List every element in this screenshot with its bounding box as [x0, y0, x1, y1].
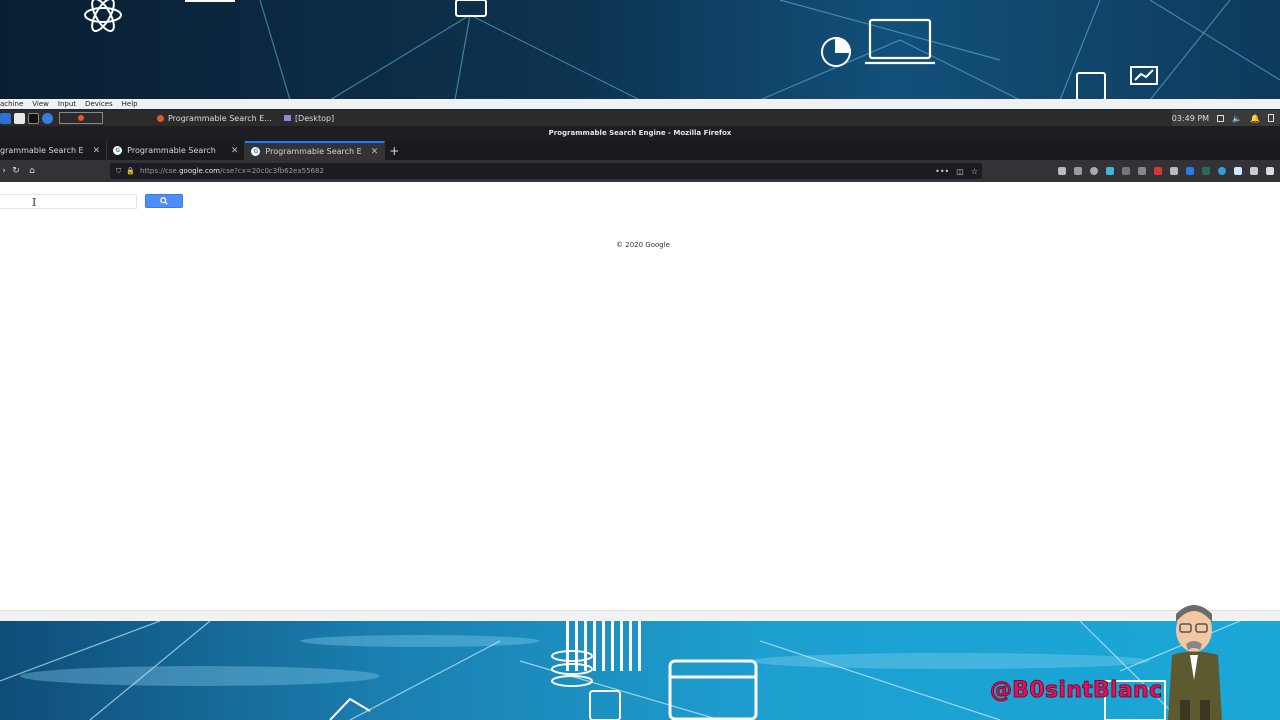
- handshake-icon: [329, 697, 371, 720]
- terminal-icon[interactable]: [28, 112, 39, 124]
- url-path: /cse?cx=20c0c3fb62ea55682: [219, 167, 324, 175]
- url-bar[interactable]: ⛉ 🔒 https://cse.google.com/cse?cx=20c0c3…: [110, 163, 982, 179]
- extension-icon[interactable]: [1106, 167, 1114, 175]
- extension-icon[interactable]: [1202, 167, 1210, 175]
- extension-icon[interactable]: [1138, 167, 1146, 175]
- vm-menu-input[interactable]: Input: [58, 99, 76, 109]
- extension-icon[interactable]: [1186, 167, 1194, 175]
- shield-icon[interactable]: ⛉: [116, 167, 121, 176]
- phone-icon: [1076, 72, 1106, 100]
- taskbar-task-firefox[interactable]: Programmable Search E...: [151, 111, 278, 125]
- url-host: google.com: [179, 167, 220, 175]
- browser-launcher-icon[interactable]: [42, 112, 53, 124]
- vm-menu-view[interactable]: View: [32, 99, 49, 109]
- app-menu-icon[interactable]: [0, 112, 11, 124]
- tab-label: grammable Search E: [0, 146, 84, 155]
- screen: achine View Input Devices Help Programma…: [0, 0, 1280, 720]
- window-title: Programmable Search Engine - Mozilla Fir…: [0, 126, 1280, 141]
- search-button[interactable]: [145, 194, 183, 208]
- pocket-icon[interactable]: ◫: [956, 167, 964, 176]
- volume-icon[interactable]: 🔈: [1232, 114, 1242, 123]
- search-icon: [160, 197, 168, 205]
- tab-close-icon[interactable]: ✕: [231, 146, 239, 156]
- taskbar-task-desktop[interactable]: [Desktop]: [278, 111, 340, 125]
- reload-icon[interactable]: ↻: [8, 166, 24, 176]
- text-cursor-icon: I: [32, 196, 37, 209]
- search-input[interactable]: [0, 194, 137, 209]
- guest-taskbar: Programmable Search E... [Desktop] 03:49…: [0, 110, 1280, 126]
- page-bottom-strip: [0, 610, 1280, 621]
- extension-icon[interactable]: [1218, 167, 1226, 175]
- taskbar-task-label: [Desktop]: [294, 113, 335, 123]
- tab-strip: grammable Search E ✕ G Programmable Sear…: [0, 141, 1280, 160]
- home-icon[interactable]: ⌂: [24, 166, 40, 176]
- extension-icon[interactable]: [1122, 167, 1130, 175]
- pie-chart-icon: [821, 36, 852, 67]
- vm-menu-help[interactable]: Help: [122, 99, 138, 109]
- web-page: I © 2020 Google: [0, 182, 1280, 610]
- phone-icon: [589, 690, 621, 720]
- extensions-toolbar: [1058, 160, 1274, 182]
- page-actions-icon[interactable]: •••: [935, 167, 949, 176]
- extension-icon[interactable]: [1234, 167, 1242, 175]
- network-lines-graphic: [0, 621, 1241, 720]
- lock-icon[interactable]: 🔒: [126, 167, 135, 175]
- sidebar-icon[interactable]: [1074, 167, 1082, 175]
- library-icon[interactable]: [1058, 167, 1066, 175]
- extension-icon[interactable]: [1250, 167, 1258, 175]
- file-manager-icon[interactable]: [14, 112, 25, 124]
- workspace-switcher[interactable]: [59, 112, 103, 124]
- bookmark-star-icon[interactable]: ☆: [971, 167, 978, 176]
- tab-label: Programmable Search E: [265, 147, 362, 156]
- display-icon[interactable]: [1217, 114, 1225, 122]
- tab-label: Programmable Search: [127, 146, 216, 155]
- lock-icon[interactable]: [1268, 114, 1274, 122]
- atom-icon: [84, 0, 122, 32]
- url-scheme: https://cse.: [139, 167, 180, 175]
- firefox-icon: [157, 114, 164, 122]
- credit-card-icon: [668, 659, 758, 720]
- desktop-wallpaper-top: [0, 0, 1280, 100]
- cartoon-avatar: [1168, 605, 1222, 720]
- tab-close-icon[interactable]: ✕: [371, 147, 379, 157]
- extension-icon[interactable]: [1154, 167, 1162, 175]
- vm-menu-bar: achine View Input Devices Help: [0, 99, 1280, 109]
- clock[interactable]: 03:49 PM: [1172, 114, 1209, 123]
- desktop-wallpaper-bottom: [0, 621, 1280, 720]
- system-tray: 03:49 PM 🔈 🔔: [1171, 110, 1280, 126]
- network-lines-graphic: [84, 0, 1280, 100]
- tab-programmable-search-active[interactable]: G Programmable Search E ✕: [245, 141, 386, 160]
- account-icon[interactable]: [1090, 167, 1098, 175]
- google-favicon-icon: G: [251, 147, 261, 156]
- tab-programmable-search-1[interactable]: grammable Search E ✕: [0, 141, 108, 160]
- extension-icon[interactable]: [1170, 167, 1178, 175]
- taskbar-task-label: Programmable Search E...: [168, 113, 272, 123]
- presentation-icon: [1130, 66, 1158, 85]
- tab-close-icon[interactable]: ✕: [93, 146, 101, 156]
- google-favicon-icon: G: [113, 146, 123, 155]
- url-text: https://cse.google.com/cse?cx=20c0c3fb62…: [140, 167, 324, 175]
- tab-programmable-search-2[interactable]: G Programmable Search ✕: [107, 141, 246, 160]
- vm-menu-machine[interactable]: achine: [0, 99, 23, 109]
- url-actions: ••• ◫ ☆: [935, 163, 978, 179]
- notification-icon[interactable]: 🔔: [1250, 114, 1260, 123]
- new-tab-button[interactable]: +: [385, 141, 403, 160]
- firefox-small-icon: [78, 115, 84, 121]
- vm-menu-devices[interactable]: Devices: [85, 99, 113, 109]
- channel-handle: @B0sintBlanc: [989, 678, 1163, 704]
- copyright-text: © 2020 Google: [616, 241, 670, 249]
- desktop-icon: [283, 115, 291, 121]
- forward-icon[interactable]: ›: [0, 166, 8, 176]
- menu-icon[interactable]: [1266, 167, 1274, 175]
